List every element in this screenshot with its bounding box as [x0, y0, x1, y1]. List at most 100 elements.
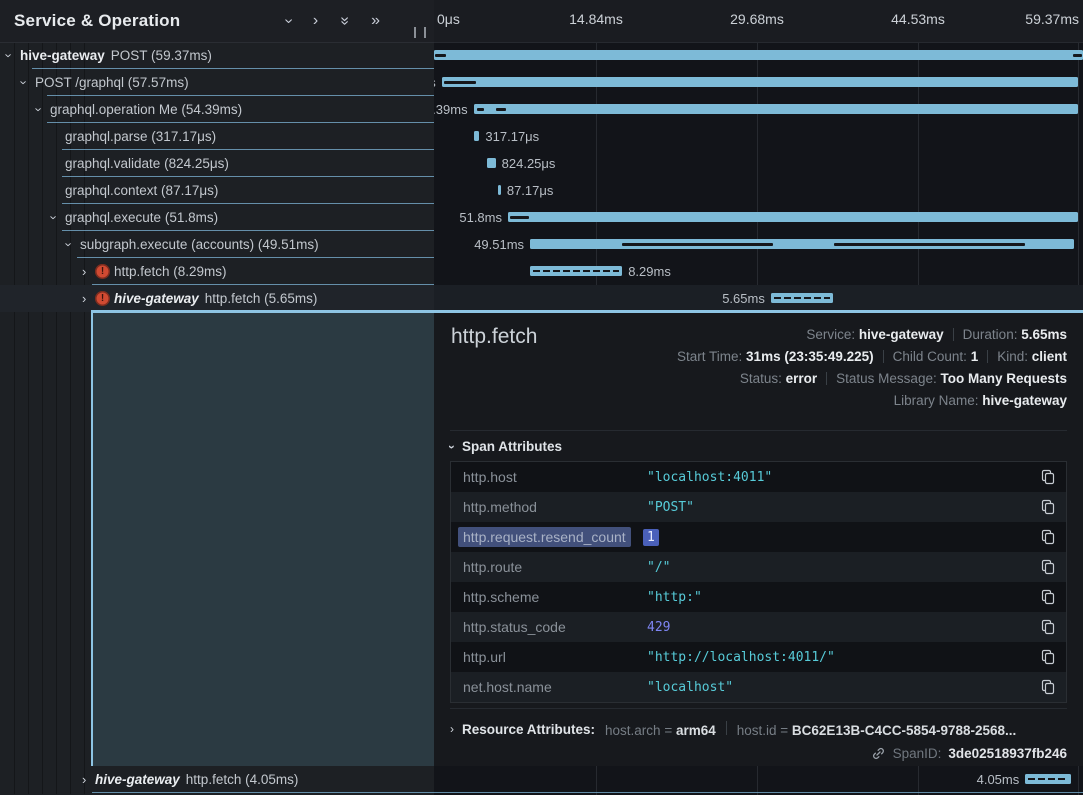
- spanid-value: 3de02518937fb246: [948, 746, 1067, 761]
- operation-name: subgraph.execute (accounts) (49.51ms): [80, 237, 319, 252]
- attribute-value: "http://localhost:4011/": [647, 650, 835, 665]
- chevron-down-icon: ›: [446, 445, 458, 449]
- span-bar[interactable]: [498, 185, 501, 195]
- span-name: graphql.context (87.17μs): [65, 177, 218, 204]
- copy-icon[interactable]: [1040, 649, 1056, 665]
- chevron-down-icon[interactable]: ›: [11, 80, 38, 84]
- span-bar[interactable]: [530, 239, 1074, 249]
- attribute-row: http.status_code429: [451, 612, 1066, 642]
- tree-row[interactable]: ›graphql.execute (51.8ms): [0, 204, 434, 231]
- chevron-down-icon[interactable]: ›: [280, 18, 296, 23]
- span-bar[interactable]: [474, 131, 480, 141]
- tree-row[interactable]: ›POST /graphql (57.57ms): [0, 69, 434, 96]
- service-name: hive-gateway: [95, 772, 180, 787]
- tree-row[interactable]: ›hive-gatewayPOST (59.37ms): [0, 42, 434, 69]
- span-bar[interactable]: [434, 50, 1083, 60]
- copy-icon[interactable]: [1040, 589, 1056, 605]
- span-attributes-header[interactable]: › Span Attributes: [450, 439, 562, 454]
- spanid-footer: SpanID: 3de02518937fb246: [871, 742, 1067, 764]
- chevron-right-icon[interactable]: ›: [82, 285, 86, 312]
- resource-value: arm64: [676, 723, 716, 738]
- chevron-right-icon[interactable]: ›: [313, 13, 318, 29]
- equals-sign: =: [664, 723, 676, 738]
- child-span-segment: [477, 108, 485, 111]
- span-bar[interactable]: [530, 266, 622, 276]
- operation-name: graphql.operation Me (54.39ms): [50, 102, 242, 117]
- copy-icon[interactable]: [1040, 529, 1056, 545]
- attribute-value: "localhost:4011": [647, 470, 772, 485]
- operation-name: POST /graphql (57.57ms): [35, 75, 189, 90]
- meta-label: Kind:: [997, 349, 1032, 364]
- meta-separator: [953, 328, 954, 341]
- tree-row[interactable]: graphql.context (87.17μs): [0, 177, 434, 204]
- span-name: graphql.operation Me (54.39ms): [50, 96, 242, 123]
- span-name: POST /graphql (57.57ms): [35, 69, 189, 96]
- double-chevron-right-icon[interactable]: »: [371, 13, 380, 29]
- double-chevron-down-icon[interactable]: »: [337, 17, 353, 26]
- span-bar[interactable]: [508, 212, 1078, 222]
- child-span-segment: [435, 54, 445, 57]
- divider: [450, 708, 1067, 709]
- chevron-right-icon[interactable]: ›: [82, 766, 86, 793]
- meta-line: Library Name: hive-gateway: [677, 390, 1067, 412]
- copy-icon[interactable]: [1040, 619, 1056, 635]
- resource-key: host.id: [737, 723, 781, 738]
- timeline-row: 317.17μs: [434, 123, 1083, 150]
- meta-label: Status:: [740, 371, 786, 386]
- link-icon[interactable]: [871, 746, 886, 761]
- duration-label: 57.57ms: [434, 69, 436, 96]
- span-bar[interactable]: [474, 104, 1079, 114]
- timeline-row: 54.39ms: [434, 96, 1083, 123]
- copy-icon[interactable]: [1040, 679, 1056, 695]
- meta-value: 1: [971, 349, 979, 364]
- panel-resize-handle-icon[interactable]: [414, 27, 426, 38]
- duration-label: 51.8ms: [459, 204, 502, 231]
- timeline-row: 59.37ms: [434, 42, 1083, 69]
- child-span-segment: [834, 243, 1026, 246]
- tree-row[interactable]: ›!http.fetch (8.29ms): [0, 258, 434, 285]
- span-bar[interactable]: [771, 293, 833, 303]
- meta-label: Child Count:: [893, 349, 971, 364]
- span-name: subgraph.execute (accounts) (49.51ms): [80, 231, 319, 258]
- tree-row[interactable]: ›subgraph.execute (accounts) (49.51ms): [0, 231, 434, 258]
- resource-attributes-row[interactable]: › Resource Attributes: host.arch = arm64…: [450, 716, 1016, 742]
- child-span-segment: [496, 108, 506, 111]
- tree-row[interactable]: › hive-gateway http.fetch (4.05ms): [0, 766, 434, 793]
- tree-row[interactable]: ›!hive-gatewayhttp.fetch (5.65ms): [0, 285, 434, 312]
- spanid-label: SpanID:: [893, 746, 942, 761]
- span-bar[interactable]: [1025, 774, 1070, 784]
- meta-value: Too Many Requests: [940, 371, 1067, 386]
- attribute-key: http.route: [463, 559, 522, 575]
- attribute-row: http.route"/": [451, 552, 1066, 582]
- span-bar[interactable]: [442, 77, 1078, 87]
- chevron-down-icon[interactable]: ›: [26, 107, 53, 111]
- child-span-segment: [444, 81, 476, 84]
- meta-separator: [987, 350, 988, 363]
- timeline-row: 8.29ms: [434, 258, 1083, 285]
- chevron-down-icon[interactable]: ›: [41, 215, 68, 219]
- copy-icon[interactable]: [1040, 559, 1056, 575]
- resource-key: host.arch: [605, 723, 664, 738]
- attribute-value: "POST": [647, 500, 694, 515]
- copy-icon[interactable]: [1040, 499, 1056, 515]
- detail-span-title: http.fetch: [451, 325, 537, 349]
- attribute-row: http.request.resend_count 1: [451, 522, 1066, 552]
- meta-separator: [826, 372, 827, 385]
- operation-name: http.fetch (4.05ms): [186, 772, 299, 787]
- tree-row[interactable]: graphql.validate (824.25μs): [0, 150, 434, 177]
- duration-label: 87.17μs: [507, 177, 554, 204]
- selected-text: 1: [643, 529, 659, 546]
- tree-row[interactable]: ›graphql.operation Me (54.39ms): [0, 96, 434, 123]
- chevron-down-icon[interactable]: ›: [56, 242, 83, 246]
- attribute-row: http.scheme"http:": [451, 582, 1066, 612]
- chevron-right-icon[interactable]: ›: [82, 258, 86, 285]
- span-name: graphql.validate (824.25μs): [65, 150, 229, 177]
- attribute-key: http.request.resend_count: [458, 527, 631, 547]
- tree-row[interactable]: graphql.parse (317.17μs): [0, 123, 434, 150]
- resource-attributes-values: host.arch = arm64host.id = BC62E13B-C4CC…: [605, 721, 1016, 738]
- attribute-key: http.scheme: [463, 589, 539, 605]
- row-underline: [92, 792, 434, 793]
- attribute-value: 1: [647, 530, 659, 545]
- copy-icon[interactable]: [1040, 469, 1056, 485]
- span-bar[interactable]: [487, 158, 496, 168]
